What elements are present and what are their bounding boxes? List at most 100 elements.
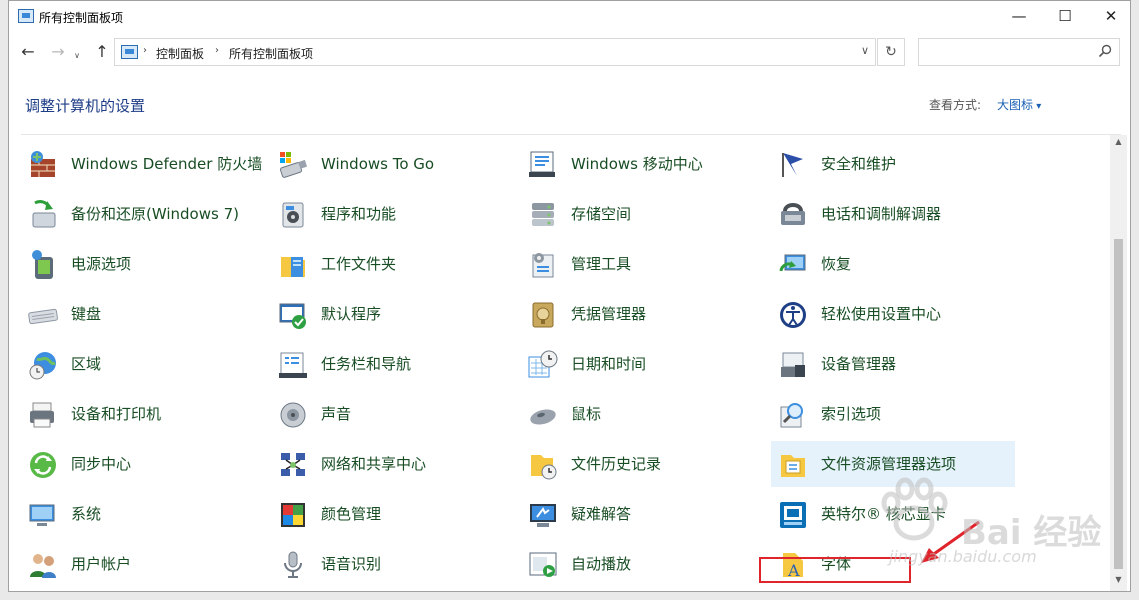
control-panel-item[interactable]: 用户帐户 — [21, 541, 265, 587]
accessibility-icon — [777, 299, 809, 331]
control-panel-item-label: 用户帐户 — [71, 554, 132, 573]
control-panel-item[interactable]: 疑难解答 — [521, 491, 765, 537]
default-programs-icon — [277, 299, 309, 331]
control-panel-item[interactable]: 存储空间 — [521, 191, 765, 237]
control-panel-item-label: 工作文件夹 — [321, 254, 397, 273]
control-panel-item-label: Windows 移动中心 — [571, 154, 703, 173]
search-icon[interactable] — [1097, 43, 1113, 59]
control-panel-item[interactable]: 凭据管理器 — [521, 291, 765, 337]
control-panel-item-label: 日期和时间 — [571, 354, 647, 373]
control-panel-item-label: 管理工具 — [571, 254, 632, 273]
control-panel-item[interactable]: Windows 移动中心 — [521, 141, 765, 187]
control-panel-item-label: 颜色管理 — [321, 504, 382, 523]
control-panel-item[interactable]: 文件历史记录 — [521, 441, 765, 487]
firewall-icon — [27, 149, 59, 181]
control-panel-item[interactable]: Windows To Go — [271, 141, 515, 187]
sync-icon — [27, 449, 59, 481]
maximize-button[interactable]: ☐ — [1042, 1, 1088, 31]
control-panel-item-label: 任务栏和导航 — [321, 354, 412, 373]
region-icon — [27, 349, 59, 381]
control-panel-item[interactable]: 日期和时间 — [521, 341, 765, 387]
color-icon — [277, 499, 309, 531]
control-panel-item[interactable]: Windows Defender 防火墙 — [21, 141, 265, 187]
breadcrumb-control-panel[interactable]: 控制面板 — [156, 45, 204, 62]
control-panel-item-label: 索引选项 — [821, 404, 882, 423]
control-panel-item[interactable]: 安全和维护 — [771, 141, 1015, 187]
file-history-icon — [527, 449, 559, 481]
view-by-dropdown[interactable]: 大图标 — [997, 96, 1041, 113]
control-panel-item[interactable]: 系统 — [21, 491, 265, 537]
control-panel-item[interactable]: 恢复 — [771, 241, 1015, 287]
control-panel-item[interactable]: 索引选项 — [771, 391, 1015, 437]
control-panel-item-label: 鼠标 — [571, 404, 602, 423]
control-panel-item-label: 默认程序 — [321, 304, 382, 323]
breadcrumb-all-items[interactable]: 所有控制面板项 — [229, 45, 313, 62]
control-panel-item[interactable]: 设备和打印机 — [21, 391, 265, 437]
control-panel-item-label: 同步中心 — [71, 454, 132, 473]
storage-icon — [527, 199, 559, 231]
back-button[interactable]: ← — [17, 41, 39, 63]
scroll-up-arrow-icon[interactable]: ▲ — [1110, 137, 1127, 151]
taskbar-icon — [277, 349, 309, 381]
close-button[interactable]: ✕ — [1088, 1, 1130, 31]
control-panel-item[interactable]: 任务栏和导航 — [271, 341, 515, 387]
control-panel-item-label: 系统 — [71, 504, 102, 523]
chevron-down-icon[interactable]: ∨ — [861, 44, 869, 57]
title-bar: 所有控制面板项 — ☐ ✕ — [9, 1, 1130, 31]
up-button[interactable]: ↑ — [91, 41, 113, 63]
control-panel-item[interactable]: 轻松使用设置中心 — [771, 291, 1015, 337]
control-panel-item-label: 网络和共享中心 — [321, 454, 427, 473]
control-panel-item-label: 存储空间 — [571, 204, 632, 223]
control-panel-item-label: 文件历史记录 — [571, 454, 662, 473]
work-folder-icon — [277, 249, 309, 281]
control-panel-item-label: 设备管理器 — [821, 354, 897, 373]
control-panel-item-label: 轻松使用设置中心 — [821, 304, 942, 323]
control-panel-item[interactable]: 文件资源管理器选项 — [771, 441, 1015, 487]
control-panel-item-label: 电源选项 — [71, 254, 132, 273]
network-icon — [277, 449, 309, 481]
control-panel-item[interactable]: 工作文件夹 — [271, 241, 515, 287]
scroll-down-arrow-icon[interactable]: ▼ — [1110, 575, 1127, 589]
control-panel-item-label: 区域 — [71, 354, 102, 373]
control-panel-item[interactable]: 自动播放 — [521, 541, 765, 587]
control-panel-item-label: 声音 — [321, 404, 352, 423]
control-panel-item[interactable]: 程序和功能 — [271, 191, 515, 237]
control-panel-item[interactable]: 声音 — [271, 391, 515, 437]
control-panel-item[interactable]: 同步中心 — [21, 441, 265, 487]
autoplay-icon — [527, 549, 559, 581]
minimize-button[interactable]: — — [996, 1, 1042, 31]
control-panel-item-label: Windows Defender 防火墙 — [71, 154, 263, 173]
vertical-scrollbar[interactable]: ▲ ▼ — [1110, 135, 1127, 591]
usb-drive-icon — [277, 149, 309, 181]
scroll-thumb[interactable] — [1114, 239, 1123, 569]
folder-options-icon — [777, 449, 809, 481]
annotation-highlight-box — [759, 557, 911, 583]
control-panel-item-label: 程序和功能 — [321, 204, 397, 223]
address-bar[interactable]: › 控制面板 › 所有控制面板项 ∨ — [114, 38, 876, 66]
forward-button[interactable]: → — [47, 41, 69, 63]
control-panel-item[interactable]: 鼠标 — [521, 391, 765, 437]
refresh-button[interactable]: ↻ — [877, 38, 905, 66]
control-panel-item[interactable]: 电话和调制解调器 — [771, 191, 1015, 237]
control-panel-item[interactable]: 语音识别 — [271, 541, 515, 587]
control-panel-item-label: 凭据管理器 — [571, 304, 647, 323]
control-panel-item[interactable]: 默认程序 — [271, 291, 515, 337]
credential-icon — [527, 299, 559, 331]
control-panel-item[interactable]: 键盘 — [21, 291, 265, 337]
control-panel-item[interactable]: 区域 — [21, 341, 265, 387]
clock-icon — [527, 349, 559, 381]
admin-tools-icon — [527, 249, 559, 281]
control-panel-item[interactable]: 电源选项 — [21, 241, 265, 287]
intel-graphics-icon — [777, 499, 809, 531]
control-panel-item[interactable]: 备份和还原(Windows 7) — [21, 191, 265, 237]
control-panel-item[interactable]: 颜色管理 — [271, 491, 515, 537]
recent-locations-button[interactable]: ∨ — [71, 45, 83, 67]
control-panel-item[interactable]: 管理工具 — [521, 241, 765, 287]
control-panel-item[interactable]: 网络和共享中心 — [271, 441, 515, 487]
device-manager-icon — [777, 349, 809, 381]
divider — [21, 134, 1121, 135]
control-panel-item[interactable]: 设备管理器 — [771, 341, 1015, 387]
search-input[interactable] — [918, 38, 1120, 66]
system-icon — [27, 499, 59, 531]
control-panel-item-label: 备份和还原(Windows 7) — [71, 204, 239, 223]
